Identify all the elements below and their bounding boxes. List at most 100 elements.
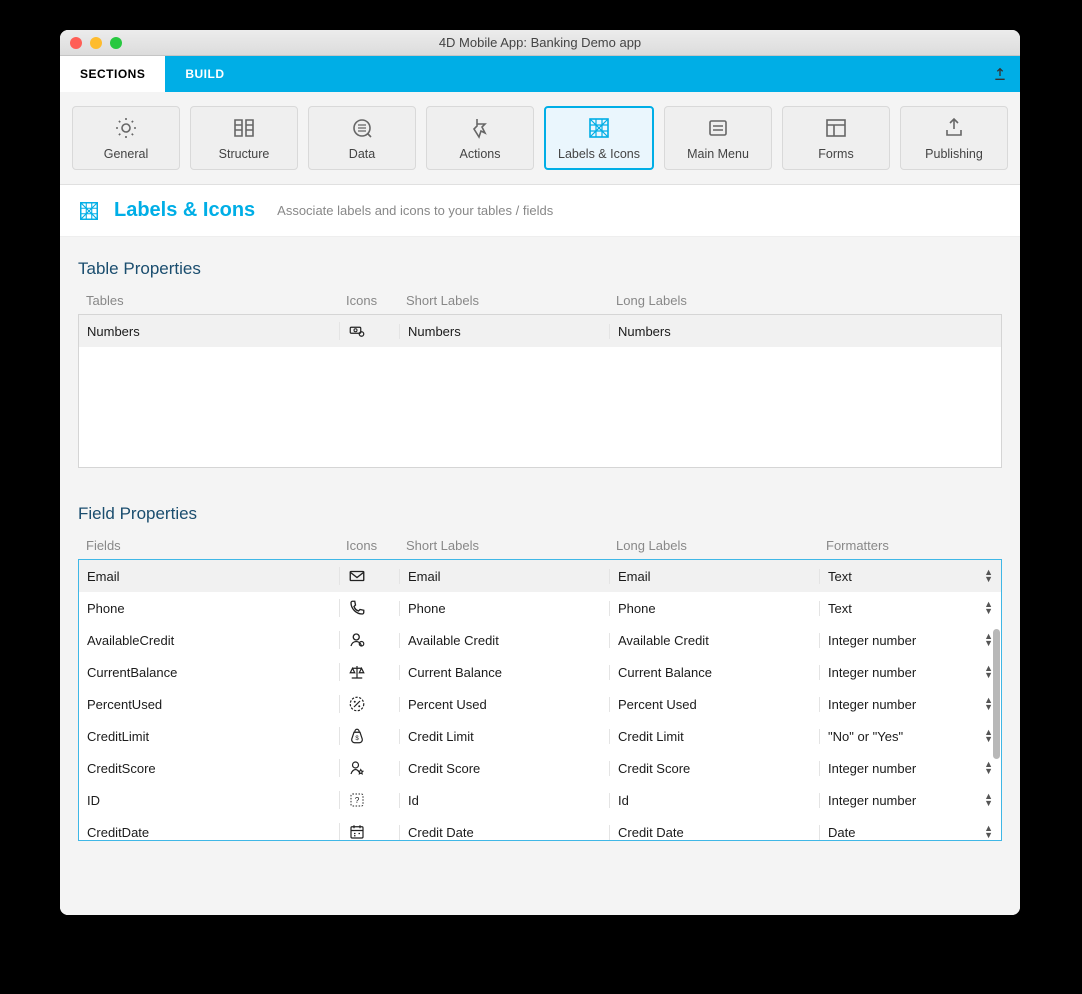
field-short-label-cell[interactable]: Email: [399, 569, 609, 584]
question-icon[interactable]: [339, 791, 399, 809]
calendar-icon[interactable]: [339, 823, 399, 840]
field-column-headers: Fields Icons Short Labels Long Labels Fo…: [78, 534, 1002, 559]
field-long-label-cell[interactable]: Current Balance: [609, 665, 819, 680]
stepper-icon[interactable]: ▲▼: [984, 569, 993, 583]
field-properties-grid: EmailEmailEmailText▲▼PhonePhonePhoneText…: [78, 559, 1002, 841]
field-formatter-cell[interactable]: Text▲▼: [819, 569, 1001, 584]
col-long-header: Long Labels: [608, 293, 818, 308]
field-row[interactable]: CurrentBalanceCurrent BalanceCurrent Bal…: [79, 656, 1001, 688]
field-row[interactable]: PhonePhonePhoneText▲▼: [79, 592, 1001, 624]
field-long-label-cell[interactable]: Id: [609, 793, 819, 808]
field-long-label-cell[interactable]: Percent Used: [609, 697, 819, 712]
field-short-label-cell[interactable]: Credit Limit: [399, 729, 609, 744]
field-short-label-cell[interactable]: Phone: [399, 601, 609, 616]
stepper-icon[interactable]: ▲▼: [984, 793, 993, 807]
phone-icon[interactable]: [339, 599, 399, 617]
field-short-label-cell[interactable]: Id: [399, 793, 609, 808]
mail-icon[interactable]: [339, 567, 399, 585]
col-formatters-header: Formatters: [818, 538, 1002, 553]
field-formatter-cell[interactable]: Integer number▲▼: [819, 793, 1001, 808]
section-button-forms[interactable]: Forms: [782, 106, 890, 170]
col-fields-header: Fields: [78, 538, 338, 553]
upload-icon[interactable]: [990, 56, 1010, 92]
field-long-label-cell[interactable]: Credit Limit: [609, 729, 819, 744]
field-formatter-cell[interactable]: Integer number▲▼: [819, 633, 1001, 648]
table-properties-grid: NumbersNumbersNumbers: [78, 314, 1002, 468]
table-name-cell: Numbers: [79, 324, 339, 339]
table-properties-title: Table Properties: [78, 259, 1002, 279]
field-row[interactable]: IDIdIdInteger number▲▼: [79, 784, 1001, 816]
field-long-label-cell[interactable]: Credit Score: [609, 761, 819, 776]
section-button-data[interactable]: Data: [308, 106, 416, 170]
field-row[interactable]: EmailEmailEmailText▲▼: [79, 560, 1001, 592]
field-row[interactable]: CreditDateCredit DateCredit DateDate▲▼: [79, 816, 1001, 840]
col-flong-header: Long Labels: [608, 538, 818, 553]
section-button-general[interactable]: General: [72, 106, 180, 170]
section-button-label: General: [104, 147, 148, 161]
stepper-icon[interactable]: ▲▼: [984, 697, 993, 711]
person-icon[interactable]: [339, 631, 399, 649]
table-row[interactable]: NumbersNumbersNumbers: [79, 315, 1001, 347]
field-long-label-cell[interactable]: Available Credit: [609, 633, 819, 648]
field-short-label-cell[interactable]: Available Credit: [399, 633, 609, 648]
section-button-label: Forms: [818, 147, 853, 161]
page-title: Labels & Icons: [114, 199, 255, 222]
page-heading: Labels & Icons Associate labels and icon…: [60, 185, 1020, 237]
money-icon[interactable]: [339, 322, 399, 340]
field-short-label-cell[interactable]: Credit Date: [399, 825, 609, 840]
stepper-icon[interactable]: ▲▼: [984, 761, 993, 775]
stepper-icon[interactable]: ▲▼: [984, 729, 993, 743]
field-formatter-cell[interactable]: Integer number▲▼: [819, 761, 1001, 776]
section-button-labels-icons[interactable]: Labels & Icons: [544, 106, 654, 170]
top-tabs: SECTIONS BUILD: [60, 56, 1020, 92]
field-row[interactable]: CreditScoreCredit ScoreCredit ScoreInteg…: [79, 752, 1001, 784]
field-long-label-cell[interactable]: Credit Date: [609, 825, 819, 840]
field-name-cell: PercentUsed: [79, 697, 339, 712]
data-icon: [349, 115, 375, 141]
col-tables-header: Tables: [78, 293, 338, 308]
table-long-label-cell[interactable]: Numbers: [609, 324, 819, 339]
col-fshort-header: Short Labels: [398, 538, 608, 553]
badge-icon[interactable]: [339, 759, 399, 777]
bag-icon[interactable]: [339, 727, 399, 745]
field-row[interactable]: PercentUsedPercent UsedPercent UsedInteg…: [79, 688, 1001, 720]
scale-icon[interactable]: [339, 663, 399, 681]
section-button-structure[interactable]: Structure: [190, 106, 298, 170]
field-formatter-cell[interactable]: Integer number▲▼: [819, 665, 1001, 680]
field-row[interactable]: CreditLimitCredit LimitCredit Limit"No" …: [79, 720, 1001, 752]
table-short-label-cell[interactable]: Numbers: [399, 324, 609, 339]
stepper-icon[interactable]: ▲▼: [984, 633, 993, 647]
stepper-icon[interactable]: ▲▼: [984, 665, 993, 679]
field-name-cell: CreditScore: [79, 761, 339, 776]
labels-icon: [78, 200, 100, 222]
field-row[interactable]: AvailableCreditAvailable CreditAvailable…: [79, 624, 1001, 656]
field-name-cell: Phone: [79, 601, 339, 616]
section-button-publishing[interactable]: Publishing: [900, 106, 1008, 170]
section-button-label: Structure: [219, 147, 270, 161]
field-formatter-cell[interactable]: "No" or "Yes"▲▼: [819, 729, 1001, 744]
structure-icon: [231, 115, 257, 141]
section-button-actions[interactable]: Actions: [426, 106, 534, 170]
percent-icon[interactable]: [339, 695, 399, 713]
field-short-label-cell[interactable]: Percent Used: [399, 697, 609, 712]
field-short-label-cell[interactable]: Current Balance: [399, 665, 609, 680]
section-button-main-menu[interactable]: Main Menu: [664, 106, 772, 170]
col-ficons-header: Icons: [338, 538, 398, 553]
stepper-icon[interactable]: ▲▼: [984, 601, 993, 615]
field-formatter-cell[interactable]: Text▲▼: [819, 601, 1001, 616]
field-name-cell: CreditDate: [79, 825, 339, 840]
field-long-label-cell[interactable]: Phone: [609, 601, 819, 616]
field-long-label-cell[interactable]: Email: [609, 569, 819, 584]
field-name-cell: ID: [79, 793, 339, 808]
stepper-icon[interactable]: ▲▼: [984, 825, 993, 839]
field-formatter-cell[interactable]: Date▲▼: [819, 825, 1001, 840]
app-window: 4D Mobile App: Banking Demo app SECTIONS…: [60, 30, 1020, 915]
field-short-label-cell[interactable]: Credit Score: [399, 761, 609, 776]
field-formatter-cell[interactable]: Integer number▲▼: [819, 697, 1001, 712]
tab-build[interactable]: BUILD: [165, 56, 244, 92]
col-short-header: Short Labels: [398, 293, 608, 308]
page-subtitle: Associate labels and icons to your table…: [277, 203, 553, 218]
tab-sections[interactable]: SECTIONS: [60, 56, 165, 92]
window-titlebar: 4D Mobile App: Banking Demo app: [60, 30, 1020, 56]
scrollbar-thumb[interactable]: [993, 629, 1000, 759]
